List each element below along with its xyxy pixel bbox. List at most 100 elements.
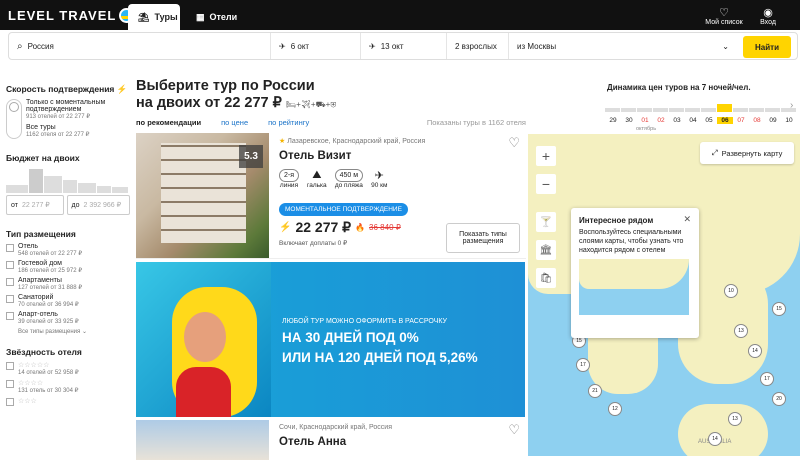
heart-icon[interactable]: ♡ bbox=[508, 135, 520, 151]
origin-field[interactable]: из Москвы ⌄ bbox=[509, 33, 737, 59]
placement-option[interactable]: Гостевой дом 186 отелей от 25 972 ₽ bbox=[6, 260, 130, 274]
date-cell[interactable]: 09 bbox=[765, 117, 781, 124]
find-button[interactable]: Найти bbox=[743, 36, 791, 58]
chevron-right-icon[interactable]: › bbox=[790, 100, 793, 111]
price-dynamics-dates: 29 30 01 02 03 04 05 06 07 08 09 10 bbox=[605, 117, 797, 124]
date-cell[interactable]: 05 bbox=[701, 117, 717, 124]
sort-recommended[interactable]: по рекомендации bbox=[136, 118, 201, 127]
heart-icon[interactable]: ♡ bbox=[508, 422, 520, 438]
map-cluster[interactable]: 15 bbox=[772, 302, 786, 316]
chevron-down-icon: ⌄ bbox=[722, 41, 729, 51]
map-cluster[interactable]: 13 bbox=[734, 324, 748, 338]
hotel-name[interactable]: Отель Визит bbox=[279, 150, 351, 162]
museum-icon[interactable]: 🏛 bbox=[536, 240, 556, 260]
my-list-button[interactable]: ♡ Мой список bbox=[702, 6, 746, 26]
budget-inputs: от 22 277 ₽ до 2 392 966 ₽ bbox=[6, 195, 130, 215]
banner-small-text: ЛЮБОЙ ТУР МОЖНО ОФОРМИТЬ В РАССРОЧКУ bbox=[282, 318, 447, 325]
date-to-field[interactable]: ✈ 13 окт bbox=[361, 33, 447, 59]
stars-option[interactable]: ☆☆☆☆ 131 отель от 30 304 ₽ bbox=[6, 379, 130, 394]
map-cluster[interactable]: 17 bbox=[576, 358, 590, 372]
budget-from-input[interactable]: от 22 277 ₽ bbox=[6, 195, 64, 215]
hotel-photo[interactable] bbox=[136, 420, 269, 460]
show-rooms-button[interactable]: Показать типы размещения bbox=[446, 223, 520, 253]
date-cell[interactable]: 30 bbox=[621, 117, 637, 124]
destination-field[interactable]: ⌕ Россия bbox=[9, 33, 271, 59]
rating-badge: 5.3 bbox=[239, 145, 263, 168]
placement-option[interactable]: Апарт-отель 39 отелей от 33 925 ₽ bbox=[6, 311, 130, 325]
search-box: ⌕ Россия ✈ 6 окт ✈ 13 окт 2 взрослых из … bbox=[8, 32, 798, 60]
map-cluster[interactable]: 14 bbox=[708, 432, 722, 446]
budget-histogram bbox=[6, 167, 130, 193]
checkbox[interactable] bbox=[6, 278, 14, 286]
login-label: Вход bbox=[760, 19, 776, 26]
tour-includes-icons: 🛏+✈+⛟+⛨ bbox=[285, 100, 337, 109]
map-cluster[interactable]: 17 bbox=[760, 372, 774, 386]
cocktail-icon[interactable]: 🍸 bbox=[536, 212, 556, 232]
checkbox[interactable] bbox=[6, 244, 14, 252]
stars-option[interactable]: ☆☆☆☆☆ 14 отелей от 52 958 ₽ bbox=[6, 361, 130, 376]
toggle-knob bbox=[9, 102, 19, 112]
login-button[interactable]: ◉ Вход bbox=[746, 6, 790, 26]
zoom-out-button[interactable]: − bbox=[536, 174, 556, 194]
placement-option[interactable]: Апартаменты 127 отелей от 31 888 ₽ bbox=[6, 277, 130, 291]
date-from-field[interactable]: ✈ 6 окт bbox=[271, 33, 361, 59]
placement-label: Гостевой дом bbox=[18, 260, 62, 267]
hotel-card[interactable]: 5.3 ★ Лазаревское, Краснодарский край, Р… bbox=[136, 133, 526, 259]
checkbox[interactable] bbox=[6, 362, 14, 370]
month-label: октябрь bbox=[636, 126, 657, 132]
hotel-photo[interactable]: 5.3 bbox=[136, 133, 269, 258]
stars-icon: ☆☆☆☆ bbox=[18, 380, 44, 387]
expand-map-button[interactable]: ⤢ Развернуть карту bbox=[700, 142, 794, 164]
guests-field[interactable]: 2 взрослых bbox=[447, 33, 509, 59]
tab-tours[interactable]: ⛱ Туры bbox=[128, 4, 180, 30]
banner-line1: НА 30 ДНЕЙ ПОД 0% bbox=[282, 330, 419, 345]
date-cell-selected[interactable]: 06 bbox=[717, 117, 733, 124]
map-cluster[interactable]: 14 bbox=[748, 344, 762, 358]
nearby-popup: Интересное рядом ✕ Воспользуйтесь специа… bbox=[571, 208, 699, 338]
extra-fees: Включает доплаты 0 ₽ bbox=[279, 240, 348, 247]
more-placements-link[interactable]: Все типы размещения ⌄ bbox=[6, 328, 130, 335]
sort-rating[interactable]: по рейтингу bbox=[268, 118, 309, 127]
all-option[interactable]: Все туры 1162 отеля от 22 277 ₽ bbox=[26, 124, 130, 138]
checkbox[interactable] bbox=[6, 398, 14, 406]
hotel-name[interactable]: Отель Анна bbox=[279, 436, 346, 448]
feature-line: 2-я линия bbox=[279, 169, 300, 189]
sort-price[interactable]: по цене bbox=[221, 118, 248, 127]
checkbox[interactable] bbox=[6, 380, 14, 388]
map-cluster[interactable]: 13 bbox=[728, 412, 742, 426]
placement-option[interactable]: Отель 548 отелей от 22 277 ₽ bbox=[6, 243, 130, 257]
map-cluster[interactable]: 21 bbox=[588, 384, 602, 398]
date-cell[interactable]: 07 bbox=[733, 117, 749, 124]
expand-label: Развернуть карту bbox=[721, 148, 783, 158]
map-cluster[interactable]: 10 bbox=[724, 284, 738, 298]
hotel-card[interactable]: Сочи, Краснодарский край, Россия ♡ Отель… bbox=[136, 420, 526, 460]
pebble-icon: ⛰ bbox=[312, 169, 322, 181]
map-cluster[interactable]: 20 bbox=[772, 392, 786, 406]
speed-toggle[interactable] bbox=[6, 99, 22, 139]
checkbox[interactable] bbox=[6, 261, 14, 269]
installment-banner[interactable]: ЛЮБОЙ ТУР МОЖНО ОФОРМИТЬ В РАССРОЧКУ НА … bbox=[136, 262, 525, 417]
date-cell[interactable]: 10 bbox=[781, 117, 797, 124]
to-label: до bbox=[71, 201, 80, 209]
placement-option[interactable]: Санаторий 70 отелей от 36 994 ₽ bbox=[6, 294, 130, 308]
date-cell[interactable]: 01 bbox=[637, 117, 653, 124]
shop-icon[interactable]: 🛍 bbox=[536, 268, 556, 288]
lightning-icon: ⚡ bbox=[116, 84, 128, 94]
instant-option[interactable]: Только с моментальным подтверждением 913… bbox=[26, 99, 130, 120]
tab-hotels[interactable]: ▦ Отели bbox=[186, 4, 247, 30]
checkbox[interactable] bbox=[6, 295, 14, 303]
budget-to-input[interactable]: до 2 392 966 ₽ bbox=[66, 195, 130, 215]
date-cell[interactable]: 08 bbox=[749, 117, 765, 124]
date-cell[interactable]: 03 bbox=[669, 117, 685, 124]
stars-option[interactable]: ☆☆☆ bbox=[6, 397, 130, 406]
close-icon[interactable]: ✕ bbox=[683, 214, 691, 225]
date-cell[interactable]: 29 bbox=[605, 117, 621, 124]
map-cluster[interactable]: 12 bbox=[608, 402, 622, 416]
results: Выберите тур по России на двоих от 22 27… bbox=[136, 78, 526, 460]
date-cell[interactable]: 02 bbox=[653, 117, 669, 124]
logo[interactable]: LEVEL TRAVEL bbox=[8, 8, 135, 23]
date-cell[interactable]: 04 bbox=[685, 117, 701, 124]
zoom-in-button[interactable]: + bbox=[536, 146, 556, 166]
placement-count: 127 отелей от 31 888 ₽ bbox=[18, 285, 83, 291]
checkbox[interactable] bbox=[6, 312, 14, 320]
